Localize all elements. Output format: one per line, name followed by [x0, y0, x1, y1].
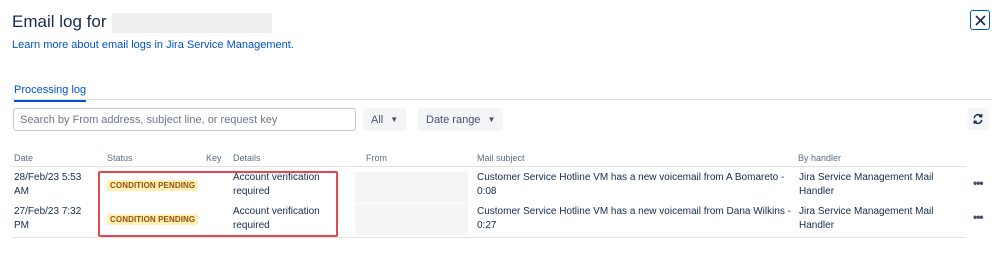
learn-more-link[interactable]: Learn more about email logs in Jira Serv…: [12, 39, 294, 51]
more-actions-button[interactable]: •••: [973, 210, 984, 224]
refresh-button[interactable]: [967, 108, 989, 130]
table-header-divider: [12, 166, 966, 167]
refresh-icon: [973, 113, 983, 125]
redacted-from-address: [355, 172, 468, 203]
date-range-dropdown[interactable]: Date range ▼: [418, 108, 504, 131]
date-text: 27/Feb/23 7:32: [14, 206, 82, 217]
date-cell: 28/Feb/23 5:53 AM: [14, 171, 81, 199]
redacted-project-name: [112, 12, 273, 33]
handler-text: Handler: [799, 186, 835, 197]
more-actions-button[interactable]: •••: [973, 176, 984, 190]
date-cell: 27/Feb/23 7:32 PM: [14, 205, 81, 233]
column-header-by-handler: By handler: [798, 153, 842, 163]
ellipsis-icon: •••: [973, 176, 984, 190]
chevron-down-icon: ▼: [390, 115, 399, 124]
ellipsis-icon: •••: [973, 210, 984, 224]
redacted-from-address: [355, 204, 468, 235]
page-title: Email log for: [12, 12, 273, 33]
handler-text: Handler: [799, 220, 835, 231]
column-header-mail-subject: Mail subject: [477, 153, 525, 163]
column-header-details: Details: [233, 153, 261, 163]
page-title-text: Email log for: [12, 12, 107, 31]
column-header-date: Date: [14, 153, 34, 163]
search-input[interactable]: [13, 108, 356, 131]
date-range-label: Date range: [426, 113, 481, 126]
date-text: PM: [14, 220, 29, 231]
handler-text: Jira Service Management Mail: [799, 172, 934, 183]
date-text: 28/Feb/23 5:53: [14, 172, 82, 183]
mail-subject-text: 0:27: [477, 220, 497, 231]
close-button[interactable]: [970, 10, 990, 30]
annotation-highlight-box: [98, 171, 338, 237]
mail-subject-text: Customer Service Hotline VM has a new vo…: [477, 172, 785, 183]
status-filter-dropdown[interactable]: All ▼: [363, 108, 407, 131]
mail-subject-cell: Customer Service Hotline VM has a new vo…: [477, 205, 791, 233]
tab-divider: [12, 99, 992, 100]
close-icon: [974, 14, 986, 26]
date-text: AM: [14, 186, 29, 197]
status-filter-label: All: [371, 113, 384, 126]
chevron-down-icon: ▼: [487, 115, 496, 124]
column-header-status: Status: [107, 153, 133, 163]
mail-subject-cell: Customer Service Hotline VM has a new vo…: [477, 171, 784, 199]
column-header-key: Key: [206, 153, 222, 163]
handler-cell: Jira Service Management Mail Handler: [799, 171, 934, 199]
mail-subject-text: 0:08: [477, 186, 497, 197]
handler-cell: Jira Service Management Mail Handler: [799, 205, 934, 233]
handler-text: Jira Service Management Mail: [799, 206, 934, 217]
mail-subject-text: Customer Service Hotline VM has a new vo…: [477, 206, 791, 217]
column-header-from: From: [366, 153, 387, 163]
table-bottom-divider: [12, 237, 966, 238]
